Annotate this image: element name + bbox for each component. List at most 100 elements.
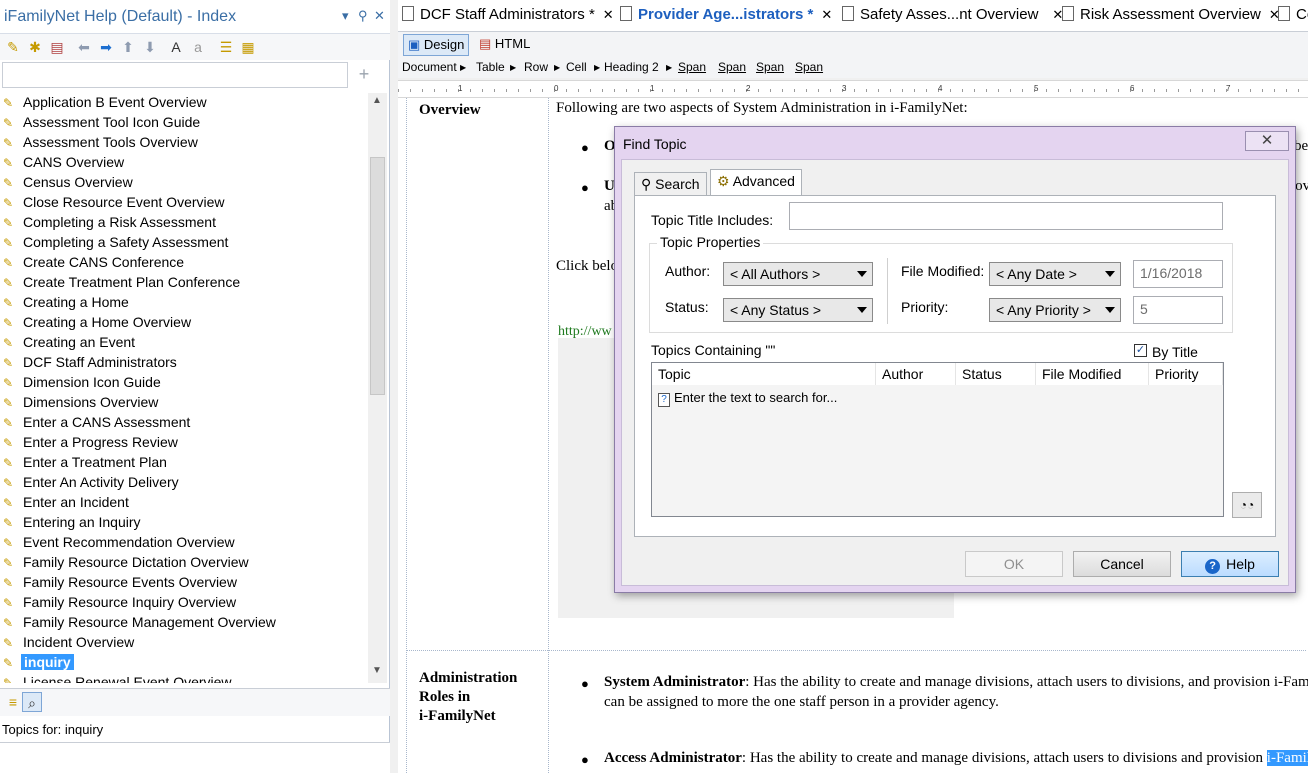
sort-za-icon[interactable]: a xyxy=(188,37,208,57)
index-item[interactable]: ✎ DCF Staff Administrators xyxy=(0,353,368,373)
pane-close-icon[interactable]: ✕ xyxy=(374,8,385,24)
index-item[interactable]: ✎ Creating a Home Overview xyxy=(0,313,368,333)
index-item[interactable]: ✎ Assessment Tools Overview xyxy=(0,133,368,153)
add-icon[interactable]: + xyxy=(354,64,374,84)
scroll-up-icon[interactable]: ▲ xyxy=(372,95,382,106)
tab-overflow[interactable]: Co xyxy=(1278,6,1308,30)
index-item[interactable]: ✎ Creating an Event xyxy=(0,333,368,353)
admin-heading-line3: i-FamilyNet xyxy=(419,708,496,724)
dialog-close-button[interactable]: ✕ xyxy=(1245,131,1289,151)
index-item[interactable]: ✎ Enter a CANS Assessment xyxy=(0,413,368,433)
index-item[interactable]: ✎ Incident Overview xyxy=(0,633,368,653)
properties-icon[interactable]: ☰ xyxy=(216,37,236,57)
cancel-button[interactable]: Cancel xyxy=(1073,551,1171,577)
topic-title-input[interactable] xyxy=(789,202,1223,230)
preview-icon[interactable]: ◔◔ xyxy=(1232,492,1262,518)
index-item[interactable]: ✎ inquiry xyxy=(0,653,368,673)
tab-safety-assessment-overview[interactable]: Safety Asses...nt Overview ✕ xyxy=(842,6,1063,30)
author-dropdown[interactable]: < All Authors > xyxy=(723,262,873,286)
index-item[interactable]: ✎ Enter An Activity Delivery xyxy=(0,473,368,493)
index-item[interactable]: ✎ Completing a Risk Assessment xyxy=(0,213,368,233)
index-scrollbar[interactable]: ▲ ▼ xyxy=(368,93,387,683)
breadcrumb-item[interactable]: Row xyxy=(524,60,548,74)
index-search-input[interactable] xyxy=(2,62,348,88)
priority-number-input[interactable]: 5 xyxy=(1133,296,1223,324)
index-item[interactable]: ✎ Dimensions Overview xyxy=(0,393,368,413)
pane-menu-icon[interactable]: ▾ xyxy=(342,8,349,24)
column-header-file-modified[interactable]: File Modified xyxy=(1036,363,1149,385)
tab-risk-assessment-overview[interactable]: Risk Assessment Overview ✕ xyxy=(1062,6,1280,30)
ok-button[interactable]: OK xyxy=(965,551,1063,577)
tab-provider-administrators[interactable]: Provider Age...istrators * ✕ xyxy=(620,6,832,30)
file-modified-dropdown[interactable]: < Any Date > xyxy=(989,262,1121,286)
column-header-topic[interactable]: Topic xyxy=(652,363,876,385)
scroll-down-icon[interactable]: ▼ xyxy=(372,665,382,676)
document-icon xyxy=(1062,6,1074,21)
html-mode-button[interactable]: ▤ HTML xyxy=(475,34,534,56)
pin-icon[interactable]: ⚲ xyxy=(358,8,368,24)
find-topic-icon[interactable]: ⌕ xyxy=(22,692,42,712)
priority-dropdown[interactable]: < Any Priority > xyxy=(989,298,1121,322)
sort-az-icon[interactable]: A xyxy=(166,37,186,57)
design-mode-button[interactable]: ▣ Design xyxy=(403,34,470,56)
index-item[interactable]: ✎ Assessment Tool Icon Guide xyxy=(0,113,368,133)
tab-close-icon[interactable]: ✕ xyxy=(821,7,832,22)
index-item[interactable]: ✎ Family Resource Dictation Overview xyxy=(0,553,368,573)
index-item[interactable]: ✎ Census Overview xyxy=(0,173,368,193)
index-item[interactable]: ✎ Enter a Treatment Plan xyxy=(0,453,368,473)
index-item[interactable]: ✎ Enter an Incident xyxy=(0,493,368,513)
index-item[interactable]: ✎ Create CANS Conference xyxy=(0,253,368,273)
scroll-thumb[interactable] xyxy=(370,157,385,395)
column-header-author[interactable]: Author xyxy=(876,363,956,385)
breadcrumb-item[interactable]: Span xyxy=(795,60,823,74)
help-button[interactable]: ? Help xyxy=(1181,551,1279,577)
index-item[interactable]: ✎ Dimension Icon Guide xyxy=(0,373,368,393)
status-dropdown[interactable]: < Any Status > xyxy=(723,298,873,322)
notes-icon[interactable]: ▦ xyxy=(238,37,258,57)
index-item[interactable]: ✎ Close Resource Event Overview xyxy=(0,193,368,213)
index-item[interactable]: ✎ Create Treatment Plan Conference xyxy=(0,273,368,293)
column-header-priority[interactable]: Priority xyxy=(1149,363,1223,385)
tab-advanced[interactable]: ⚙ Advanced xyxy=(710,169,802,196)
design-icon: ▣ xyxy=(408,37,421,52)
breadcrumb-item[interactable]: Document xyxy=(402,60,457,74)
index-item[interactable]: ✎ Family Resource Events Overview xyxy=(0,573,368,593)
breadcrumb-item[interactable]: Span xyxy=(756,60,784,74)
index-item[interactable]: ✎ Event Recommendation Overview xyxy=(0,533,368,553)
back-arrow-icon[interactable]: ⬅ xyxy=(74,37,94,57)
index-item[interactable]: ✎ Creating a Home xyxy=(0,293,368,313)
by-title-checkbox[interactable]: ✓ xyxy=(1134,344,1147,357)
index-item[interactable]: ✎ License Renewal Event Overview xyxy=(0,673,368,683)
table-row[interactable]: ? Enter the text to search for... xyxy=(658,390,837,407)
list-icon[interactable]: ▤ xyxy=(47,37,67,57)
results-table[interactable]: Topic Author Status File Modified Priori… xyxy=(651,362,1224,517)
index-item[interactable]: ✎ Family Resource Inquiry Overview xyxy=(0,593,368,613)
index-item[interactable]: ✎ Enter a Progress Review xyxy=(0,433,368,453)
admin-heading-line2: Roles in xyxy=(419,689,471,705)
tab-close-icon[interactable]: ✕ xyxy=(603,7,614,22)
breadcrumb-item[interactable]: Cell xyxy=(566,60,587,74)
date-input[interactable]: 1/16/2018 xyxy=(1133,260,1223,288)
forward-arrow-icon[interactable]: ➡ xyxy=(96,37,116,57)
breadcrumb-item[interactable]: Heading 2 xyxy=(604,60,659,74)
key-icon[interactable]: ✎ xyxy=(3,37,23,57)
topics-for-list[interactable] xyxy=(0,742,390,773)
index-item[interactable]: ✎ CANS Overview xyxy=(0,153,368,173)
down-arrow-icon[interactable]: ⬇ xyxy=(140,37,160,57)
add-keyword-icon[interactable]: ✱ xyxy=(25,37,45,57)
up-arrow-icon[interactable]: ⬆ xyxy=(118,37,138,57)
breadcrumb-item[interactable]: Span xyxy=(678,60,706,74)
tab-dcf-staff-administrators[interactable]: DCF Staff Administrators * ✕ xyxy=(402,6,614,30)
tab-search[interactable]: ⚲ Search xyxy=(634,172,707,196)
index-item[interactable]: ✎ Family Resource Management Overview xyxy=(0,613,368,633)
index-item[interactable]: ✎ Completing a Safety Assessment xyxy=(0,233,368,253)
ruler[interactable]: 1 0 1 2 3 4 5 6 7 xyxy=(398,80,1308,98)
index-item[interactable]: ✎ Application B Event Overview xyxy=(0,93,368,113)
video-link[interactable]: http://ww xyxy=(558,324,612,340)
breadcrumb-item[interactable]: Span xyxy=(718,60,746,74)
index-item[interactable]: ✎ Entering an Inquiry xyxy=(0,513,368,533)
column-header-status[interactable]: Status xyxy=(956,363,1036,385)
topics-list-icon[interactable]: ≡ xyxy=(3,692,23,712)
index-item-label: Close Resource Event Overview xyxy=(23,194,225,210)
breadcrumb-item[interactable]: Table xyxy=(476,60,505,74)
